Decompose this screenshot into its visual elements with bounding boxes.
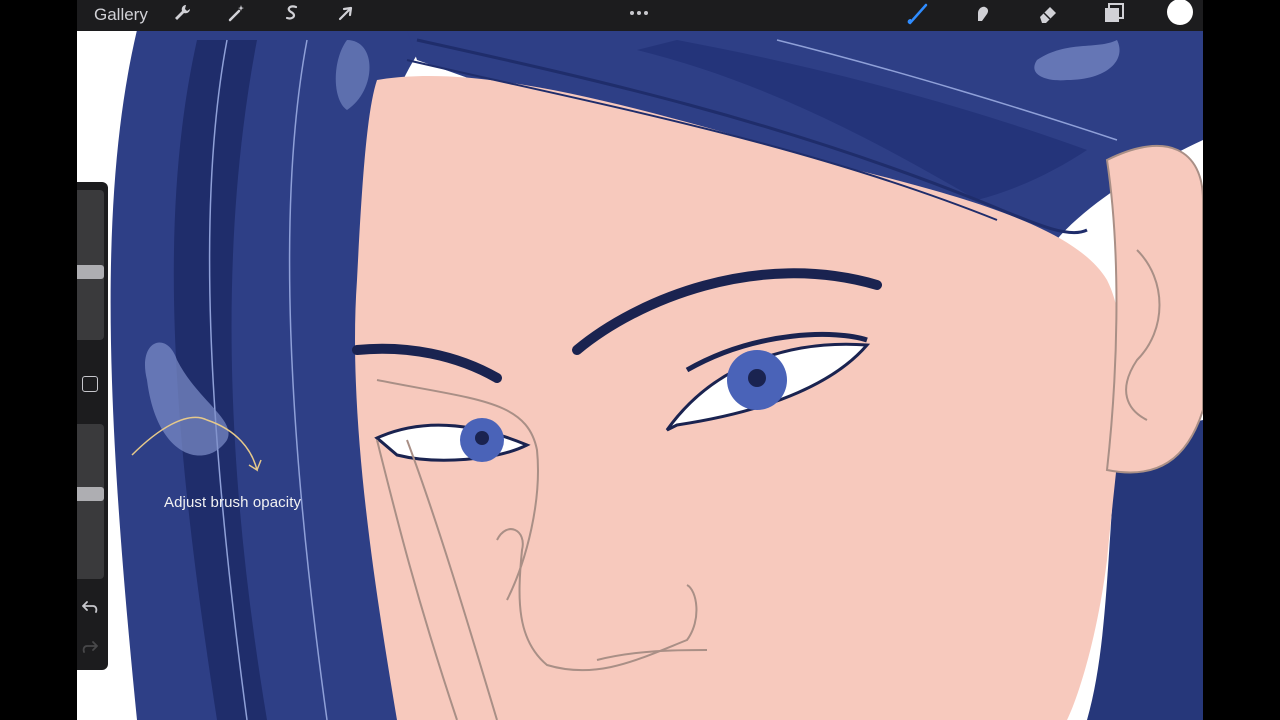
hint-label: Adjust brush opacity	[164, 494, 302, 511]
brush-opacity-slider[interactable]	[77, 424, 104, 579]
brush-opacity-thumb[interactable]	[77, 487, 104, 501]
redo-arrow-icon[interactable]	[80, 638, 100, 656]
wrench-icon[interactable]	[168, 0, 198, 26]
layers-icon[interactable]	[1099, 0, 1129, 26]
brush-size-slider[interactable]	[77, 190, 104, 340]
artwork-illustration	[110, 30, 1203, 720]
selection-s-icon[interactable]	[277, 0, 307, 26]
smudge-finger-icon[interactable]	[967, 0, 997, 26]
color-swatch[interactable]	[1167, 0, 1193, 25]
brush-icon[interactable]	[903, 0, 933, 26]
undo-arrow-icon[interactable]	[80, 598, 100, 616]
square-outline-icon[interactable]	[82, 376, 98, 392]
arrow-cursor-icon[interactable]	[331, 0, 361, 26]
magic-wand-icon[interactable]	[222, 0, 252, 26]
eraser-icon[interactable]	[1033, 0, 1063, 26]
gallery-button[interactable]: Gallery	[94, 4, 148, 26]
ellipsis-icon[interactable]	[627, 3, 651, 23]
drawing-canvas[interactable]	[77, 0, 1203, 720]
side-toolbar	[77, 182, 108, 670]
top-toolbar: Gallery	[77, 0, 1203, 31]
brush-size-thumb[interactable]	[77, 265, 104, 279]
